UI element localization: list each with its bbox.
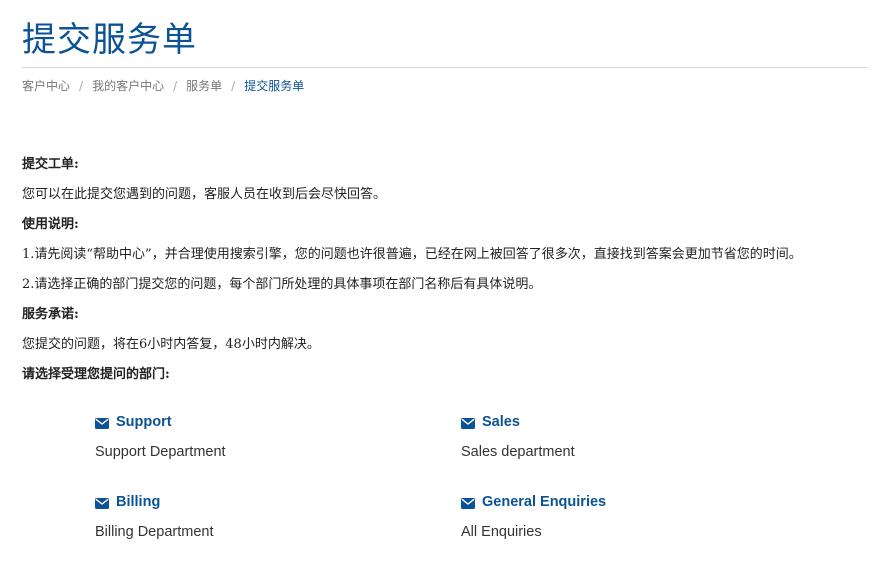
department-general-enquiries: General Enquiries All Enquiries — [461, 492, 801, 542]
section-heading-submit: 提交工单: — [22, 157, 79, 172]
envelope-icon — [95, 417, 109, 429]
usage-item-2: 2.请选择正确的部门提交您的问题，每个部门所处理的具体事项在部门名称后有具体说明… — [22, 277, 542, 292]
department-sales: Sales Sales department — [461, 412, 801, 462]
section-text-submit: 您可以在此提交您遇到的问题，客服人员在收到后会尽快回答。 — [22, 187, 387, 202]
breadcrumb-separator: / — [79, 79, 84, 93]
section-heading-usage: 使用说明: — [22, 217, 79, 232]
department-name: Sales — [482, 414, 520, 430]
instructions: 提交工单: 您可以在此提交您遇到的问题，客服人员在收到后会尽快回答。 使用说明:… — [22, 150, 872, 390]
breadcrumb-item-customer-center[interactable]: 客户中心 — [22, 79, 70, 93]
breadcrumb: 客户中心 / 我的客户中心 / 服务单 / 提交服务单 — [22, 77, 304, 95]
envelope-icon — [461, 417, 475, 429]
department-name: Support — [116, 414, 172, 430]
select-department-prompt: 请选择受理您提问的部门: — [22, 367, 170, 382]
breadcrumb-separator: / — [173, 79, 178, 93]
section-heading-commitment: 服务承诺: — [22, 307, 79, 322]
department-description: Billing Department — [95, 524, 214, 540]
department-support: Support Support Department — [95, 412, 435, 462]
department-description: Support Department — [95, 444, 226, 460]
breadcrumb-item-tickets[interactable]: 服务单 — [186, 79, 222, 93]
department-name: General Enquiries — [482, 494, 607, 510]
department-link-sales[interactable]: Sales — [461, 412, 801, 432]
breadcrumb-item-my-customer-center[interactable]: 我的客户中心 — [92, 79, 164, 93]
department-description: Sales department — [461, 444, 575, 460]
envelope-icon — [461, 497, 475, 509]
breadcrumb-current: 提交服务单 — [244, 79, 305, 93]
department-link-general-enquiries[interactable]: General Enquiries — [461, 492, 801, 512]
section-text-commitment: 您提交的问题，将在6小时内答复，48小时内解决。 — [22, 337, 320, 352]
title-divider — [22, 67, 868, 68]
department-billing: Billing Billing Department — [95, 492, 435, 542]
department-link-billing[interactable]: Billing — [95, 492, 435, 512]
usage-item-1: 1.请先阅读“帮助中心”，并合理使用搜索引擎，您的问题也许很普遍，已经在网上被回… — [22, 247, 802, 262]
department-link-support[interactable]: Support — [95, 412, 435, 432]
department-name: Billing — [116, 494, 161, 510]
breadcrumb-separator: / — [231, 79, 236, 93]
envelope-icon — [95, 497, 109, 509]
department-description: All Enquiries — [461, 524, 542, 540]
page-title: 提交服务单 — [22, 20, 197, 60]
